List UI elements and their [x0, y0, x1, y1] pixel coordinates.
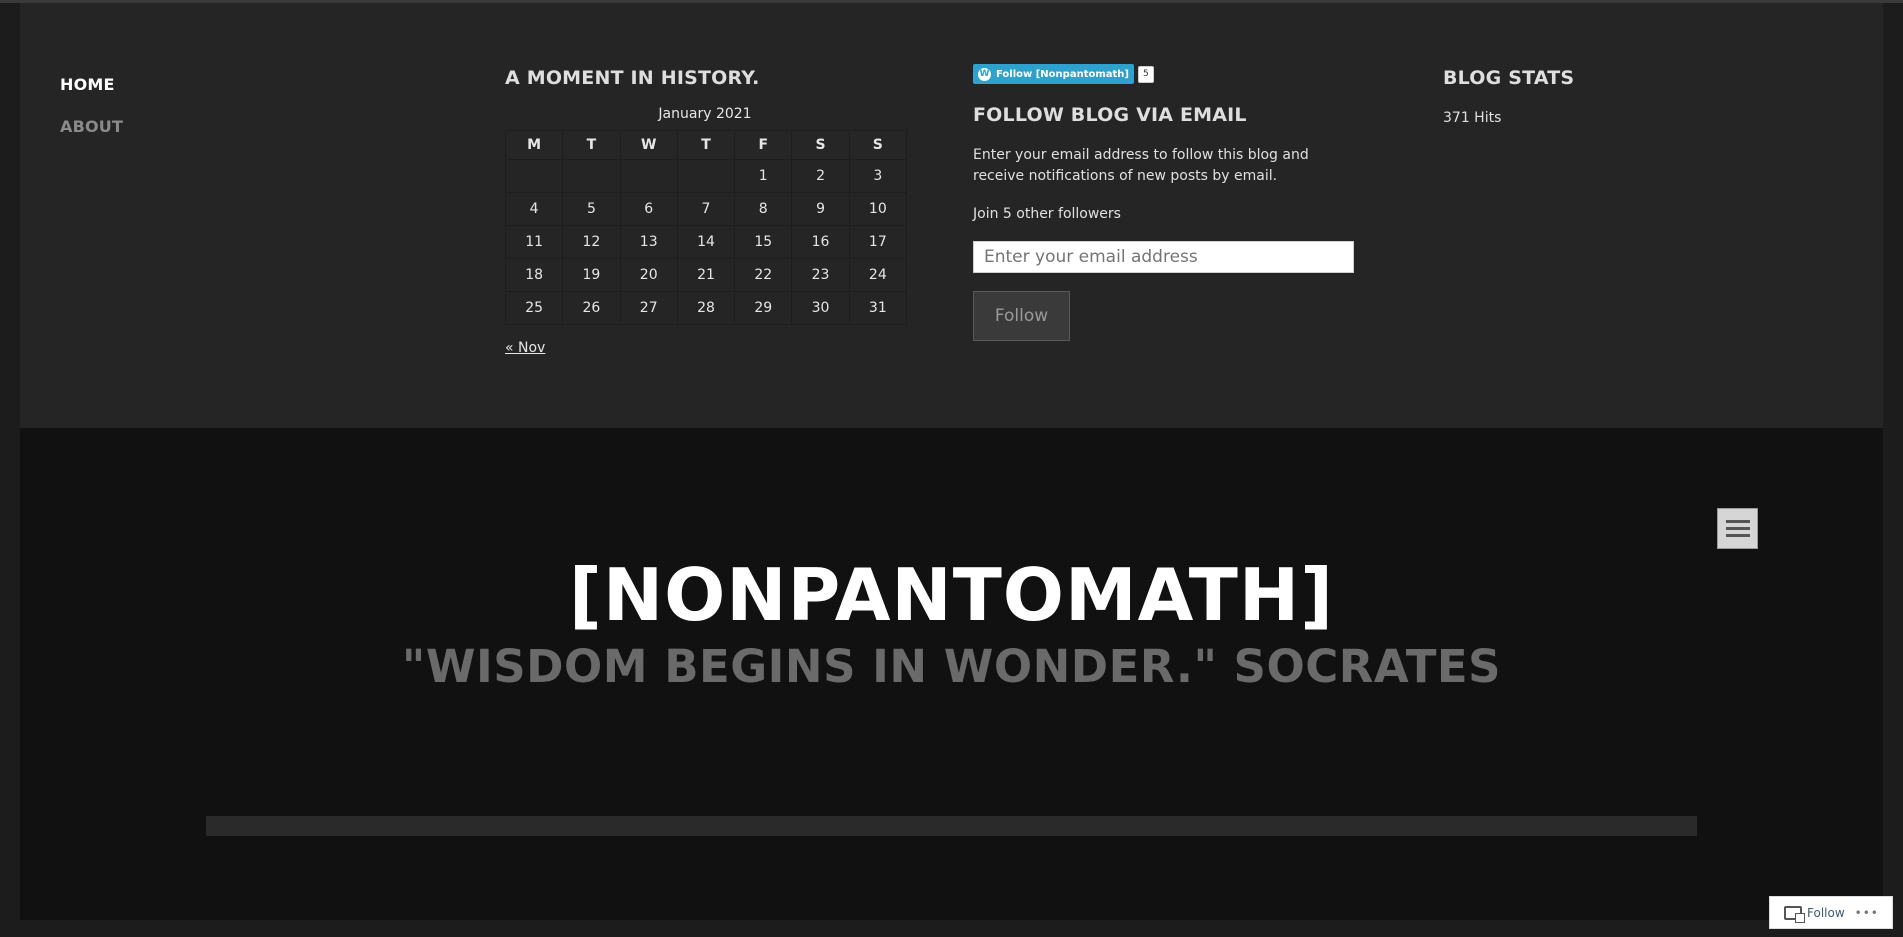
calendar-day-cell: 18 — [504, 258, 564, 292]
bottom-follow-bar[interactable]: Follow ••• — [1769, 896, 1893, 929]
blog-stats-title: BLOG STATS — [1443, 67, 1575, 89]
hamburger-icon-line — [1725, 534, 1750, 537]
hamburger-icon-line — [1725, 520, 1750, 523]
calendar-day-cell: 16 — [791, 225, 850, 259]
follow-description: Enter your email address to follow this … — [973, 147, 1309, 184]
calendar-day-cell: 7 — [676, 192, 736, 226]
calendar-day-cell: 30 — [791, 291, 850, 325]
site-description: "WISDOM BEGINS IN WONDER." SOCRATES — [401, 640, 1502, 693]
blog-stats-widget: BLOG STATS 371 Hits — [1443, 67, 1574, 126]
calendar-weekday-header: S — [791, 130, 850, 160]
calendar-table: MTWTFSS 1 2 3 4 5 6 7 8 9 10 11 12 13 14 15 16 17 18 19 20 2… — [504, 130, 908, 325]
calendar-day-cell: 15 — [734, 225, 793, 259]
calendar-day-cell: 29 — [734, 291, 793, 325]
calendar-day-cell: 4 — [504, 192, 564, 226]
wp-follower-count: 5 — [1137, 65, 1154, 83]
main-navigation: HOME ABOUT — [60, 75, 123, 136]
widget-area: HOME ABOUT A MOMENT IN HISTORY. January … — [20, 3, 1883, 428]
calendar-day-cell: 22 — [734, 258, 793, 292]
calendar-widget-title: A MOMENT IN HISTORY. — [505, 67, 760, 89]
calendar-weekday-header: S — [848, 130, 908, 160]
join-followers-text: Join 5 other followers — [973, 206, 1121, 222]
calendar-empty-cell — [619, 159, 678, 193]
follow-widget: W Follow [Nonpantomath] 5 FOLLOW BLOG VI… — [973, 64, 1363, 341]
calendar-day-cell: 11 — [504, 225, 564, 259]
follow-button[interactable]: Follow — [973, 291, 1070, 341]
calendar-day-cell: 14 — [676, 225, 736, 259]
wordpress-icon: W — [978, 67, 991, 81]
calendar-empty-cell — [676, 159, 736, 193]
calendar-day-cell: 2 — [791, 159, 850, 193]
calendar-weekday-header: M — [504, 130, 564, 160]
bottom-follow-label[interactable]: Follow — [1807, 906, 1845, 920]
calendar-day-cell: 19 — [562, 258, 621, 292]
calendar-week-row: 25 26 27 28 29 30 31 — [504, 291, 908, 325]
calendar-week-row: 123 — [504, 159, 908, 193]
calendar-day-cell: 26 — [562, 291, 621, 325]
calendar-week-row: 18 19 20 21 22 23 24 — [504, 258, 908, 292]
site-title[interactable]: [NONPANTOMATH] — [20, 553, 1883, 637]
calendar-empty-cell — [504, 159, 564, 193]
calendar-weekday-header: T — [562, 130, 621, 160]
calendar-day-cell: 10 — [848, 192, 908, 226]
wp-follow-button-group: W Follow [Nonpantomath] 5 — [973, 64, 1363, 84]
more-options-icon[interactable]: ••• — [1855, 906, 1879, 920]
calendar-day-cell: 31 — [848, 291, 908, 325]
nav-item-about[interactable]: ABOUT — [60, 117, 123, 136]
site-header: [NONPANTOMATH] "WISDOM BEGINS IN WONDER.… — [20, 428, 1883, 920]
email-field[interactable] — [973, 241, 1354, 273]
calendar-prev-month-link[interactable]: « Nov — [505, 340, 545, 356]
calendar-day-cell: 17 — [848, 225, 908, 259]
hamburger-icon-line — [1725, 527, 1750, 530]
header-divider-bar — [206, 816, 1697, 836]
calendar-day-cell: 20 — [619, 258, 678, 292]
calendar-day-cell: 5 — [562, 192, 621, 226]
menu-toggle-button[interactable] — [1717, 508, 1758, 549]
calendar-day-cell: 24 — [848, 258, 908, 292]
calendar-day-cell: 25 — [504, 291, 564, 325]
calendar-day-cell: 13 — [619, 225, 678, 259]
wp-follow-button-label: Follow [Nonpantomath] — [996, 68, 1129, 80]
calendar-empty-cell — [562, 159, 621, 193]
calendar-day-cell: 9 — [791, 192, 850, 226]
calendar-weekday-header: W — [619, 130, 678, 160]
blog-stats-hits: 371 Hits — [1443, 110, 1502, 126]
calendar-caption: January 2021 — [658, 106, 752, 122]
follow-widget-title: FOLLOW BLOG VIA EMAIL — [973, 104, 1247, 126]
calendar-day-cell: 6 — [619, 192, 678, 226]
calendar-day-cell: 3 — [848, 159, 908, 193]
calendar-weekday-header: F — [734, 130, 793, 160]
nav-item-home[interactable]: HOME — [60, 75, 123, 94]
calendar-week-row: 11 12 13 14 15 16 17 — [504, 225, 908, 259]
calendar-day-cell: 1 — [734, 159, 793, 193]
calendar-week-row: 4 5 6 7 8 9 10 — [504, 192, 908, 226]
reader-follow-icon — [1784, 905, 1805, 923]
calendar-day-cell: 28 — [676, 291, 736, 325]
calendar-widget: A MOMENT IN HISTORY. January 2021 MTWTFS… — [504, 67, 908, 356]
wp-follow-button[interactable]: W Follow [Nonpantomath] — [973, 64, 1134, 84]
calendar-day-cell: 8 — [734, 192, 793, 226]
calendar-weekday-header: T — [676, 130, 736, 160]
calendar-day-cell: 21 — [676, 258, 736, 292]
calendar-day-cell: 12 — [562, 225, 621, 259]
calendar-day-cell: 23 — [791, 258, 850, 292]
calendar-day-cell: 27 — [619, 291, 678, 325]
